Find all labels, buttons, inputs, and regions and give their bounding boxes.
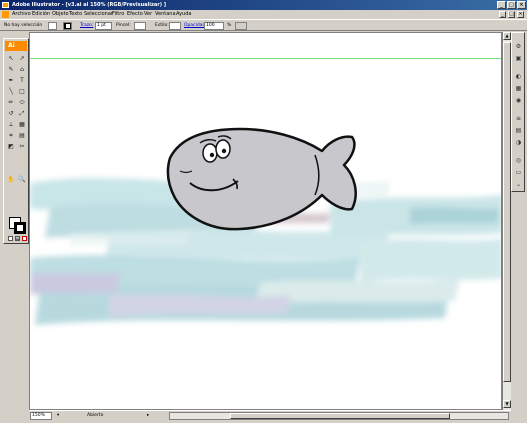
scroll-up-button[interactable]: ▲ <box>503 32 511 40</box>
options-menu-icon[interactable] <box>235 22 247 30</box>
menu-ver[interactable]: Ver <box>144 10 152 19</box>
color-mode-icon[interactable] <box>8 236 13 241</box>
symbols-panel-icon[interactable]: ▣ <box>514 55 523 63</box>
panel-dock: ⚙ ▣ ◐ ▦ ◉ ≡ ▤ ◑ ◎ ▭ ⌄ <box>511 32 525 192</box>
stroke-swatch[interactable] <box>63 22 72 30</box>
style-label: Estilo: <box>155 23 169 28</box>
vertical-scrollbar[interactable]: ▲ ▼ <box>502 32 511 410</box>
swatches-panel-icon[interactable]: ▦ <box>514 85 523 93</box>
scroll-down-button[interactable]: ▼ <box>503 400 511 408</box>
selection-tool-icon[interactable]: ↖ <box>6 54 16 63</box>
rotate-tool-icon[interactable]: ↺ <box>6 109 16 118</box>
horizontal-scrollbar[interactable] <box>169 412 509 420</box>
pen-tool-icon[interactable]: ✒ <box>6 76 16 85</box>
close-button[interactable]: × <box>517 1 526 9</box>
vertical-scroll-thumb[interactable] <box>503 42 511 382</box>
gradient-mode-icon[interactable] <box>15 236 20 241</box>
toolbox-stroke-swatch[interactable] <box>14 222 26 234</box>
menu-ventana[interactable]: Ventana <box>155 10 176 19</box>
status-menu-icon[interactable]: ▸ <box>147 411 149 421</box>
menu-seleccionar[interactable]: Seleccionar <box>84 10 113 19</box>
scale-tool-icon[interactable]: ⤢ <box>17 109 27 118</box>
eraser-tool-icon[interactable]: ⬭ <box>17 98 27 107</box>
opacity-field[interactable]: 100 <box>204 22 224 30</box>
minimize-button[interactable]: _ <box>497 1 506 9</box>
brush-selector[interactable] <box>134 22 146 30</box>
gradient-panel-icon[interactable]: ▤ <box>514 127 523 135</box>
blend-tool-icon[interactable] <box>17 153 27 162</box>
artwork <box>30 127 501 325</box>
zoom-field[interactable]: 150% <box>30 412 52 420</box>
transparency-panel-icon[interactable]: ◑ <box>514 139 523 147</box>
eyedropper-tool-icon[interactable] <box>6 153 16 162</box>
magic-wand-tool-icon[interactable]: ✎ <box>6 65 16 74</box>
brushes-panel-icon[interactable]: ⚙ <box>514 43 523 51</box>
free-transform-tool-icon[interactable]: ▦ <box>17 120 27 129</box>
document-status: Abierto <box>87 413 104 418</box>
illustrator-app-icon <box>2 2 9 8</box>
none-mode-icon[interactable] <box>22 236 27 241</box>
menu-bar: Archivo Edición Objeto Texto Seleccionar… <box>0 10 527 19</box>
lasso-tool-icon[interactable]: ⌂ <box>17 65 27 74</box>
navigator-panel-icon[interactable]: ▭ <box>514 169 523 177</box>
window-title: Adobe Illustrator - [v3.ai al 150% (RGB/… <box>12 2 167 8</box>
toolbox-ai-badge: Ai <box>5 41 27 51</box>
brush-label: Pincel: <box>116 23 131 28</box>
layers-panel-icon[interactable]: ◎ <box>514 157 523 165</box>
column-graph-tool-icon[interactable]: ▤ <box>17 131 27 140</box>
stroke-link[interactable]: Trazo: <box>80 20 93 31</box>
symbol-sprayer-tool-icon[interactable]: ⌗ <box>6 131 16 140</box>
gradient-tool-icon[interactable]: ✂ <box>17 142 27 151</box>
control-bar: No hay selección Trazo: 1 pt Pincel: Est… <box>0 19 527 31</box>
menu-objeto[interactable]: Objeto <box>52 10 69 19</box>
doc-close-button[interactable]: × <box>517 11 524 18</box>
stroke-weight-field[interactable]: 1 pt <box>95 22 112 30</box>
warp-tool-icon[interactable]: ⟂ <box>6 120 16 129</box>
menu-filtro[interactable]: Filtro <box>112 10 124 19</box>
horizontal-scroll-thumb[interactable] <box>230 413 450 419</box>
doc-restore-button[interactable]: □ <box>508 11 515 18</box>
opacity-percent: % <box>227 23 232 28</box>
doc-minimize-button[interactable]: _ <box>499 11 506 18</box>
pencil-tool-icon[interactable]: ✏ <box>6 98 16 107</box>
type-tool-icon[interactable]: T <box>17 76 27 85</box>
appearance-panel-icon[interactable]: ◉ <box>514 97 523 105</box>
tools-panel: Ai ↖ ↗ ✎ ⌂ ✒ T ╲ □ ✏ ⬭ ↺ ⤢ ⟂ ▦ ⌗ ▤ ◩ ✂ ✋… <box>3 38 29 244</box>
ai-logo-icon <box>2 11 9 18</box>
status-bar: 150% ▾ Abierto ▸ <box>29 410 511 421</box>
slice-tool-icon[interactable] <box>6 164 16 173</box>
hand-tool-icon[interactable]: ✋ <box>6 175 16 184</box>
stroke-panel-icon[interactable]: ≡ <box>514 115 523 123</box>
menu-efecto[interactable]: Efecto <box>127 10 143 19</box>
maximize-button[interactable]: □ <box>507 1 516 9</box>
direct-selection-tool-icon[interactable]: ↗ <box>17 54 27 63</box>
scissors-tool-icon[interactable] <box>17 164 27 173</box>
menu-edicion[interactable]: Edición <box>32 10 50 19</box>
fill-swatch[interactable] <box>48 22 57 30</box>
zoom-dropdown-icon[interactable]: ▾ <box>57 411 59 421</box>
zoom-tool-icon[interactable]: 🔍 <box>17 175 27 184</box>
document-canvas[interactable] <box>29 32 502 410</box>
mesh-tool-icon[interactable]: ◩ <box>6 142 16 151</box>
menu-texto[interactable]: Texto <box>69 10 82 19</box>
title-bar: Adobe Illustrator - [v3.ai al 150% (RGB/… <box>0 0 527 10</box>
color-panel-icon[interactable]: ◐ <box>514 73 523 81</box>
line-tool-icon[interactable]: ╲ <box>6 87 16 96</box>
expand-dock-icon[interactable]: ⌄ <box>514 181 523 189</box>
rectangle-tool-icon[interactable]: □ <box>17 87 27 96</box>
menu-ayuda[interactable]: Ayuda <box>176 10 191 19</box>
selection-status: No hay selección <box>4 23 43 28</box>
menu-archivo[interactable]: Archivo <box>12 10 31 19</box>
style-selector[interactable] <box>169 22 181 30</box>
